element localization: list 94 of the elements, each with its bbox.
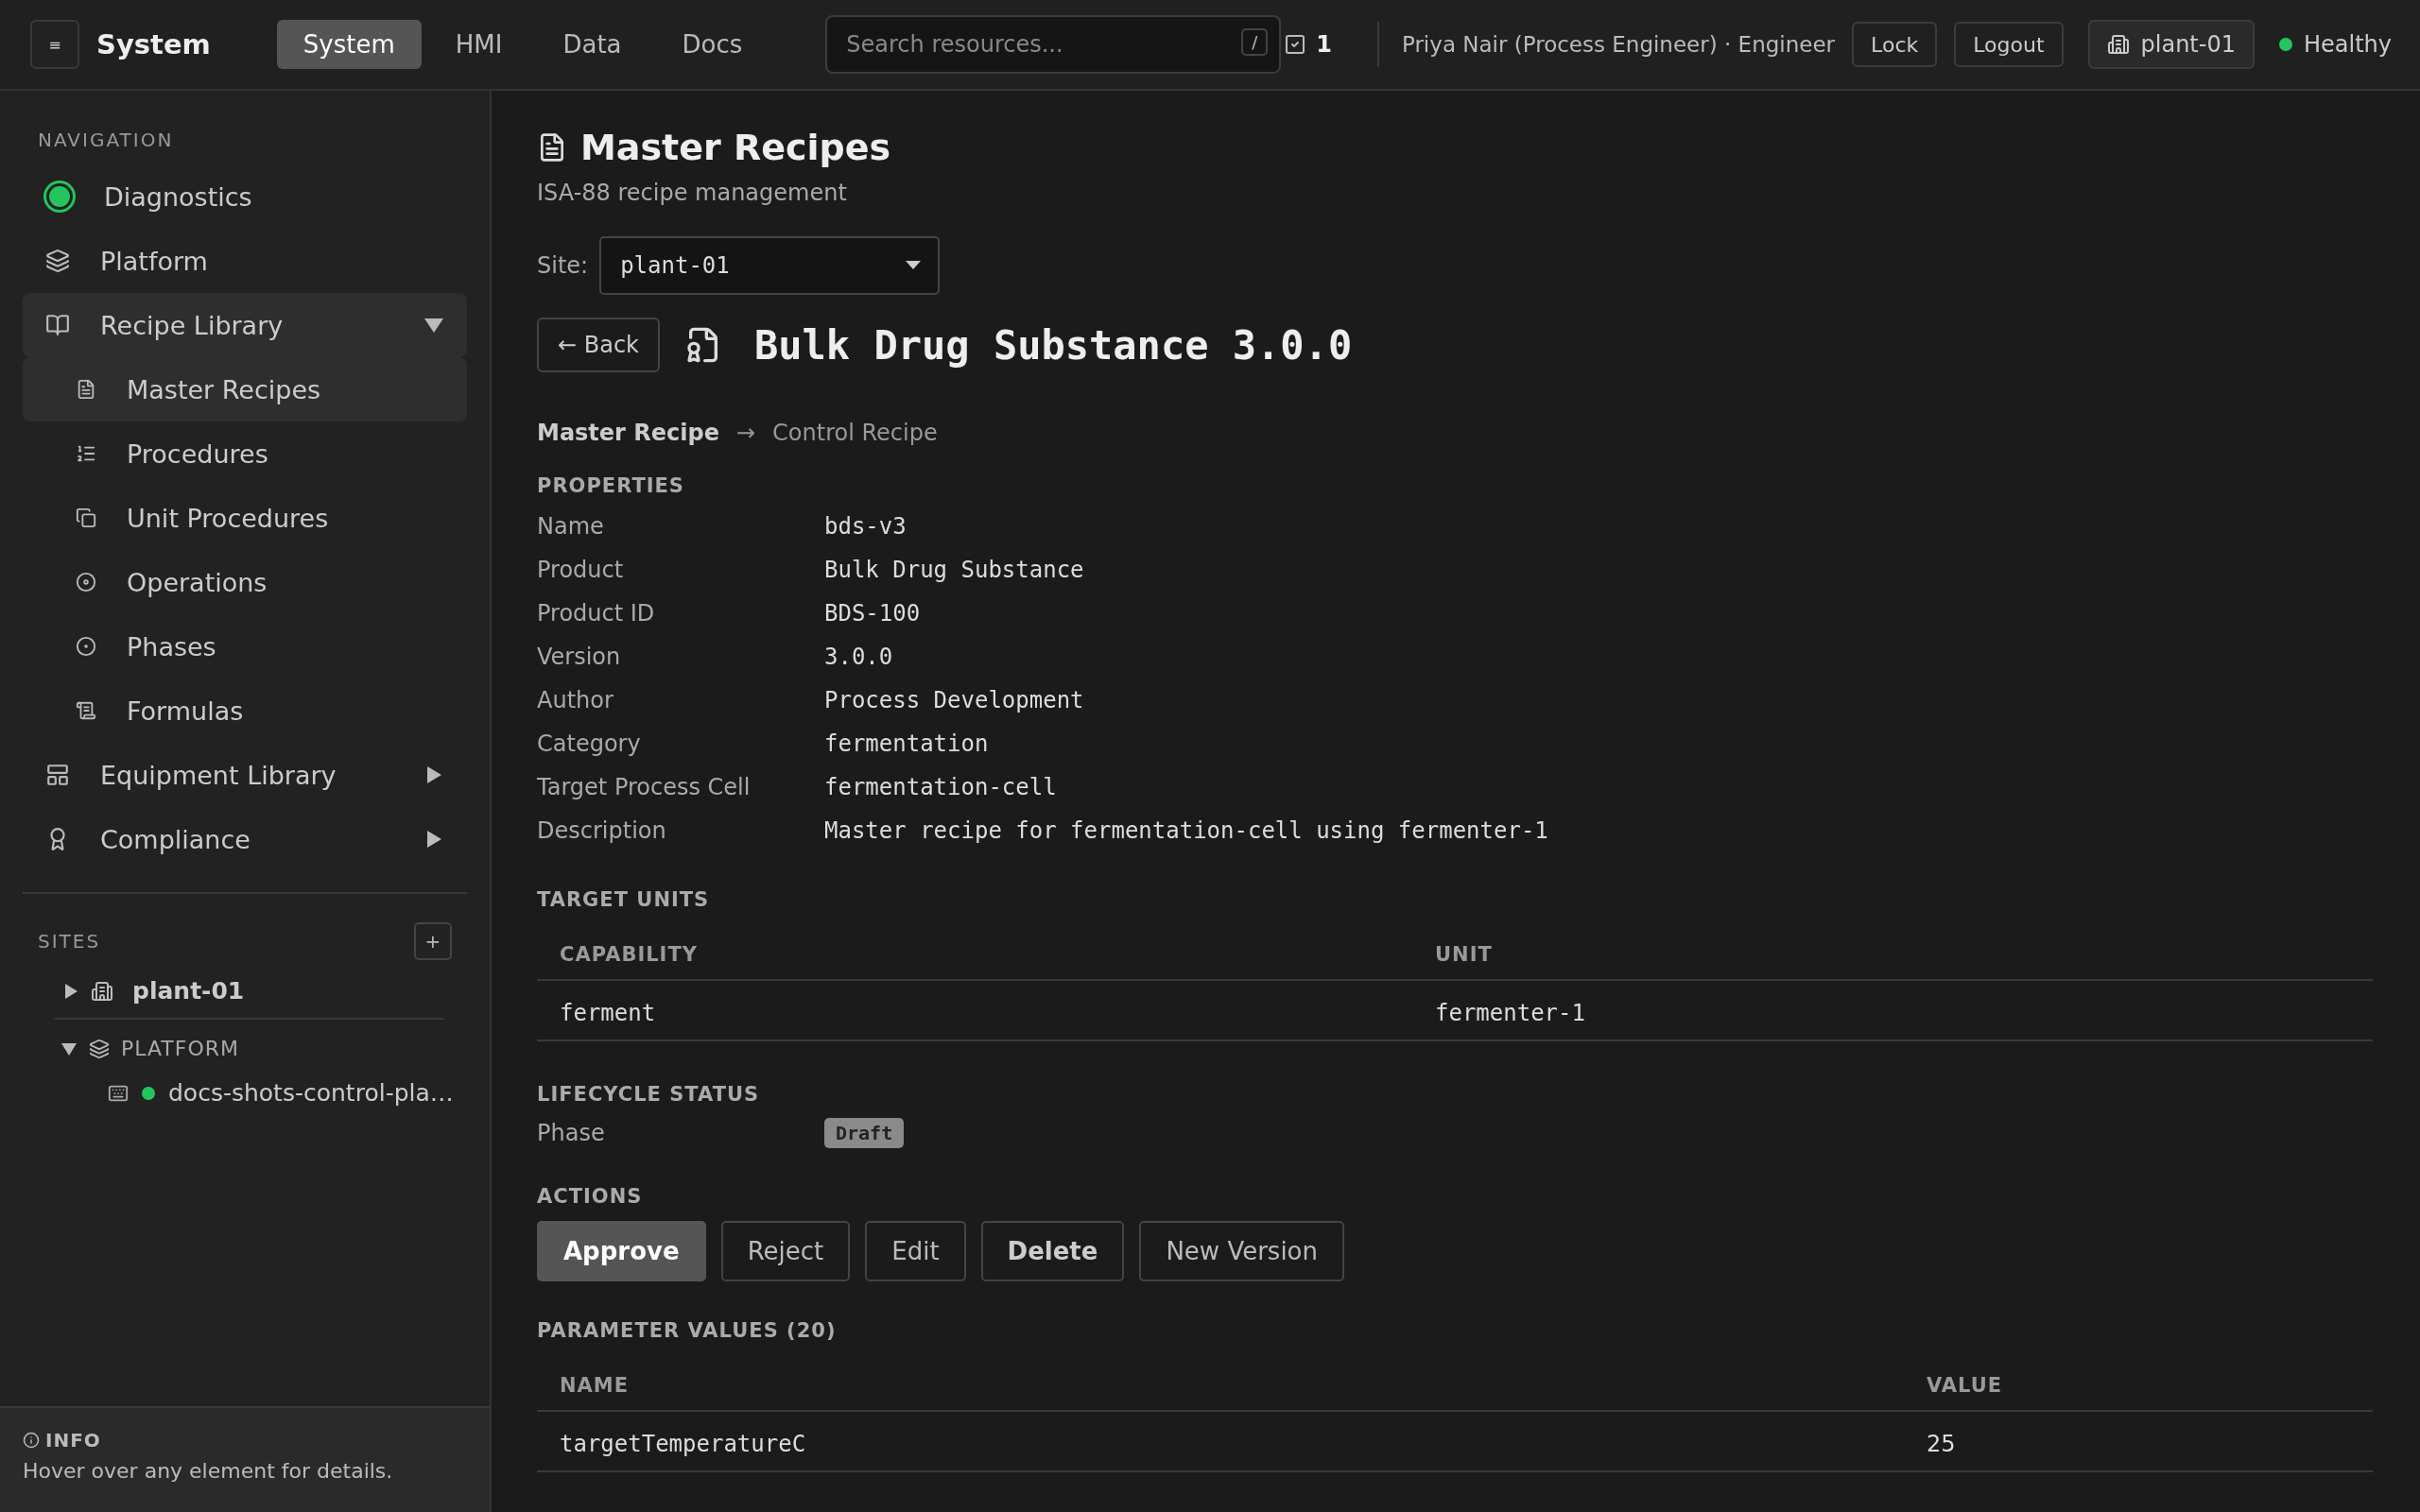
- property-label: Category: [537, 730, 642, 759]
- property-value: Master recipe for fermentation-cell using fermenter-1: [824, 816, 1549, 846]
- nav-item[interactable]: Operations: [23, 550, 467, 614]
- layers-icon: [89, 1038, 110, 1059]
- info-text: Hover over any element for details.: [23, 1459, 394, 1483]
- column-header: VALUE: [1904, 1361, 2373, 1412]
- back-button[interactable]: ← Back: [537, 318, 660, 372]
- property-value: bds-v3: [824, 512, 908, 541]
- building-icon: [2106, 33, 2130, 56]
- nav-icon: [45, 249, 70, 273]
- logout-button[interactable]: Logout: [1954, 22, 2064, 67]
- caret-icon: [424, 316, 444, 335]
- caret-icon: [62, 981, 79, 1001]
- property-value: Bulk Drug Substance: [824, 556, 1085, 585]
- breadcrumb-item[interactable]: Master Recipe: [537, 420, 719, 446]
- nav-icon: [45, 763, 70, 787]
- page-title: Master Recipes: [580, 127, 891, 168]
- property-label: Product ID: [537, 599, 656, 628]
- nav-item[interactable]: Phases: [23, 614, 467, 679]
- add-site-button[interactable]: +: [414, 922, 452, 960]
- arrow-separator: →: [736, 420, 756, 446]
- table-cell: 25: [1904, 1412, 2373, 1472]
- action-button[interactable]: New Version: [1139, 1221, 1344, 1281]
- property-label: Version: [537, 643, 622, 672]
- property-label: Product: [537, 556, 625, 585]
- section-heading: SITES: [38, 930, 101, 953]
- section-heading: ACTIONS: [537, 1185, 644, 1208]
- nav-icon: [76, 379, 96, 400]
- platform-node[interactable]: docs-shots-control-pla…: [168, 1079, 454, 1107]
- recipe-title: Bulk Drug Substance 3.0.0: [754, 321, 1353, 369]
- nav-item[interactable]: Equipment Library: [23, 743, 467, 807]
- column-header: CAPABILITY: [537, 930, 1412, 981]
- table-cell: fermenter-1: [1412, 981, 2373, 1041]
- status-badge: Draft: [824, 1118, 905, 1148]
- nav-icon: [76, 572, 96, 593]
- action-button[interactable]: Reject: [720, 1221, 851, 1281]
- page-subtitle: ISA-88 recipe management: [537, 180, 848, 206]
- action-button[interactable]: Edit: [865, 1221, 966, 1281]
- table-cell: ferment: [537, 981, 1412, 1041]
- nav-item[interactable]: Unit Procedures: [23, 486, 467, 550]
- property-label: Author: [537, 686, 614, 715]
- action-button[interactable]: Delete: [980, 1221, 1125, 1281]
- action-button[interactable]: Approve: [537, 1221, 706, 1281]
- nav-item[interactable]: Diagnostics: [23, 164, 467, 229]
- nav-item[interactable]: Master Recipes: [23, 357, 467, 421]
- property-value: fermentation-cell: [824, 773, 1058, 802]
- nav-icon: [76, 443, 96, 464]
- nav-tab[interactable]: System: [276, 20, 422, 69]
- nav-item[interactable]: Procedures: [23, 421, 467, 486]
- section-heading: PARAMETER VALUES (20): [537, 1319, 838, 1342]
- caret-icon: [906, 261, 922, 270]
- shortcut-key: /: [1241, 28, 1269, 56]
- info-icon: [23, 1432, 40, 1449]
- app-title: System: [96, 28, 211, 60]
- nav-item[interactable]: Recipe Library: [23, 293, 467, 357]
- property-value: Process Development: [824, 686, 1085, 715]
- nav-item[interactable]: Compliance: [23, 807, 467, 871]
- info-heading: INFO: [45, 1429, 101, 1452]
- breadcrumb-item[interactable]: Control Recipe: [772, 420, 938, 446]
- user-name: Priya Nair (Process Engineer) · Engineer: [1401, 32, 1836, 57]
- site-tree-item[interactable]: plant-01: [23, 968, 467, 1014]
- nav-icon: [45, 313, 70, 337]
- section-heading: TARGET UNITS: [537, 888, 711, 911]
- section-heading: LIFECYCLE STATUS: [537, 1083, 761, 1106]
- status-label: Healthy: [2304, 31, 2392, 58]
- site-button[interactable]: plant-01: [2087, 20, 2255, 69]
- task-count: 1: [1316, 31, 1332, 58]
- nav-item[interactable]: Formulas: [23, 679, 467, 743]
- property-label: Name: [537, 512, 605, 541]
- site-label: Site:: [537, 252, 589, 279]
- property-label: Target Process Cell: [537, 773, 752, 802]
- site-select[interactable]: plant-01: [599, 236, 941, 295]
- menu-button[interactable]: ≡: [30, 20, 79, 69]
- nav-tab[interactable]: HMI: [428, 20, 529, 69]
- checkbox-icon[interactable]: [1284, 33, 1307, 56]
- section-heading: PROPERTIES: [537, 474, 685, 497]
- property-label: Phase: [537, 1119, 606, 1148]
- section-heading: NAVIGATION: [37, 129, 175, 151]
- property-value: fermentation: [824, 730, 990, 759]
- column-header: NAME: [537, 1361, 1904, 1412]
- property-label: Description: [537, 816, 667, 846]
- nav-icon: [76, 700, 96, 721]
- building-icon: [91, 979, 113, 1003]
- lock-button[interactable]: Lock: [1852, 22, 1938, 67]
- property-value: 3.0.0: [824, 643, 894, 672]
- platform-tree-item[interactable]: PLATFORM: [23, 1027, 467, 1070]
- property-value: BDS-100: [824, 599, 922, 628]
- nav-item[interactable]: Platform: [23, 229, 467, 293]
- nav-icon: [76, 507, 96, 528]
- nav-tab[interactable]: Docs: [655, 20, 769, 69]
- column-header: UNIT: [1412, 930, 2373, 981]
- table-cell: targetTemperatureC: [537, 1412, 1904, 1472]
- nav-tab[interactable]: Data: [536, 20, 648, 69]
- nav-icon: [76, 636, 96, 657]
